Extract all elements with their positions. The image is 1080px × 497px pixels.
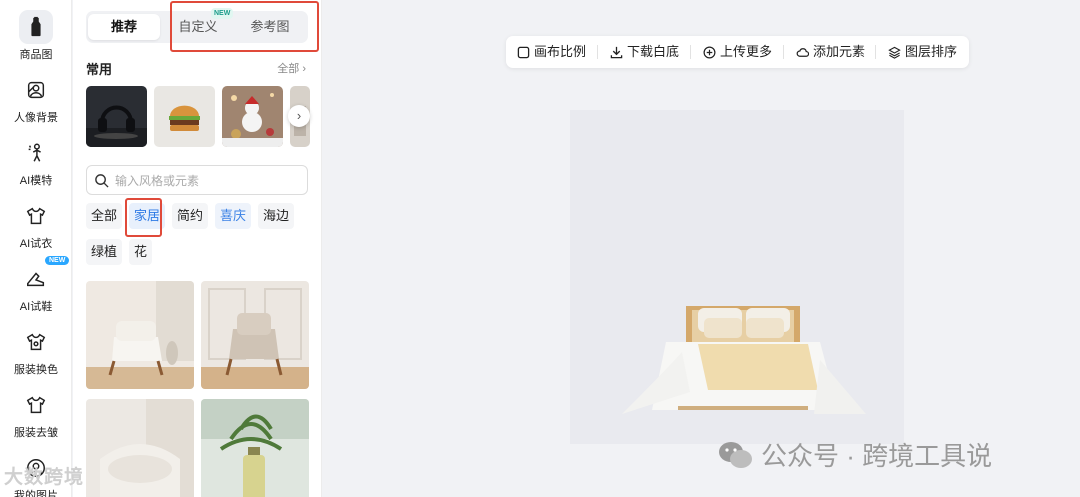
chevron-right-icon[interactable]: › xyxy=(288,105,310,127)
tool-rail: 商品图 人像背景 AI模特 AI试衣 NEW AI试鞋 服装换色 服装去皱 我的… xyxy=(0,0,72,497)
template-image[interactable] xyxy=(86,399,194,497)
template-image[interactable] xyxy=(201,399,309,497)
toolbar-label: 下载白底 xyxy=(627,44,680,59)
rail-item-clothes-dewrinkle[interactable]: 服装去皱 xyxy=(0,388,72,440)
divider xyxy=(783,45,784,59)
view-all-link[interactable]: 全部 › xyxy=(277,60,306,76)
cloud-icon xyxy=(796,47,809,57)
rail-item-ai-tryon[interactable]: AI试衣 xyxy=(0,199,72,251)
toolbar-label: 上传更多 xyxy=(720,44,773,59)
tab-recommend[interactable]: 推荐 xyxy=(88,14,160,40)
search-input[interactable] xyxy=(115,172,300,190)
rail-item-portrait-background[interactable]: 人像背景 xyxy=(0,73,72,125)
chip-festive[interactable]: 喜庆 xyxy=(215,203,252,229)
rail-label: 服装去皱 xyxy=(14,427,58,439)
highlight-box xyxy=(125,198,162,237)
shoe-icon xyxy=(19,262,53,296)
checkbox-icon xyxy=(517,46,530,58)
search-icon xyxy=(95,174,109,188)
thumbnail-christmas[interactable] xyxy=(222,86,283,147)
chip-all[interactable]: 全部 xyxy=(86,203,123,229)
shirt-iron-icon xyxy=(19,388,53,422)
rail-label: AI模特 xyxy=(19,175,53,187)
rail-label: 人像背景 xyxy=(14,112,58,124)
portrait-icon xyxy=(19,73,53,107)
product-icon xyxy=(19,10,53,44)
divider xyxy=(690,45,691,59)
divider xyxy=(597,45,598,59)
shirt-color-icon xyxy=(19,325,53,359)
bed-product-image xyxy=(622,306,866,414)
wechat-icon xyxy=(719,441,752,468)
layer-order-button[interactable]: 图层排序 xyxy=(888,36,957,68)
template-image[interactable] xyxy=(201,281,309,389)
rail-label: 商品图 xyxy=(19,49,53,61)
rail-item-clothes-recolor[interactable]: 服装换色 xyxy=(0,325,72,377)
upload-more-button[interactable]: 上传更多 xyxy=(703,36,772,68)
thumbnail-headphones[interactable] xyxy=(86,86,147,147)
design-canvas[interactable] xyxy=(570,110,904,444)
new-badge: NEW xyxy=(45,256,70,265)
rail-label: 服装换色 xyxy=(14,364,58,376)
rail-label: AI试鞋 xyxy=(19,301,53,313)
toolbar-label: 画布比例 xyxy=(534,44,587,59)
canvas-ratio-button[interactable]: 画布比例 xyxy=(517,36,586,68)
toolbar-label: 添加元素 xyxy=(813,44,866,59)
download-icon xyxy=(610,46,623,58)
watermark-left: 大数跨境 xyxy=(4,467,85,488)
model-icon xyxy=(19,136,53,170)
divider xyxy=(875,45,876,59)
common-thumbnails xyxy=(86,86,316,147)
style-search xyxy=(86,165,308,195)
rail-item-ai-model[interactable]: AI模特 xyxy=(0,136,72,188)
chip-seaside[interactable]: 海边 xyxy=(258,203,295,229)
layers-icon xyxy=(888,46,901,59)
template-image[interactable] xyxy=(86,281,194,389)
rail-label: AI试衣 xyxy=(19,238,53,250)
watermark-text: 公众号 · 跨境工具说 xyxy=(761,441,993,471)
highlight-box xyxy=(170,1,319,52)
rail-item-ai-shoe[interactable]: NEW AI试鞋 xyxy=(0,256,72,314)
chip-plants[interactable]: 绿植 xyxy=(86,239,123,265)
chip-flowers[interactable]: 花 xyxy=(129,239,153,265)
template-panel: 推荐 自定义 NEW 参考图 常用 全部 › › 全部 家居 简约 喜庆 海边 … xyxy=(73,0,322,497)
plus-circle-icon xyxy=(703,46,716,58)
rail-item-product-image[interactable]: 商品图 xyxy=(0,10,72,62)
download-white-bg-button[interactable]: 下载白底 xyxy=(610,36,679,68)
thumbnail-burger[interactable] xyxy=(154,86,215,147)
tryon-icon xyxy=(19,199,53,233)
canvas-toolbar: 画布比例 下载白底 上传更多 添加元素 图层排序 xyxy=(506,36,969,68)
wechat-watermark: 公众号 · 跨境工具说 xyxy=(717,436,992,473)
section-title-common: 常用 xyxy=(86,62,113,77)
toolbar-label: 图层排序 xyxy=(905,44,958,59)
chip-simple[interactable]: 简约 xyxy=(172,203,209,229)
add-element-button[interactable]: 添加元素 xyxy=(796,36,865,68)
